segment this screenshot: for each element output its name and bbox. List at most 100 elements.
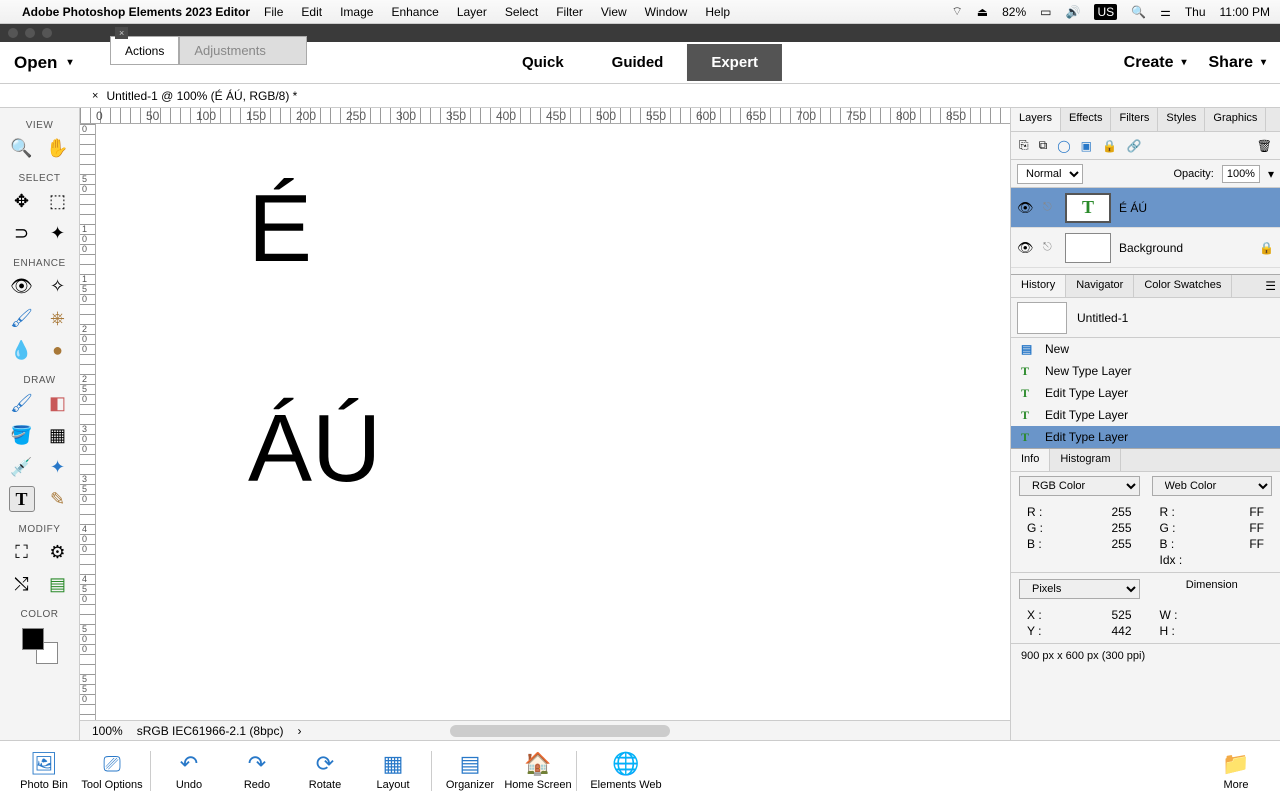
- menu-window[interactable]: Window: [645, 5, 688, 19]
- layer-name[interactable]: É ÁÚ: [1119, 201, 1147, 215]
- tab-filters[interactable]: Filters: [1111, 108, 1158, 131]
- lock-icon[interactable]: 🔒: [1102, 139, 1117, 153]
- mode-guided[interactable]: Guided: [588, 44, 688, 81]
- lock-slot[interactable]: ⎋: [1043, 201, 1057, 214]
- layer-row[interactable]: 👁 ⎋ T É ÁÚ: [1011, 188, 1280, 228]
- more-button[interactable]: 📁More: [1202, 751, 1270, 791]
- tab-layers[interactable]: Layers: [1011, 108, 1061, 131]
- panel-menu-icon[interactable]: ☰: [1261, 275, 1280, 297]
- layer-thumb[interactable]: [1065, 233, 1111, 263]
- menu-filter[interactable]: Filter: [556, 5, 583, 19]
- elements-web-button[interactable]: 🌐Elements Web: [581, 751, 671, 791]
- canvas-text-1[interactable]: É: [248, 174, 312, 284]
- redeye-tool[interactable]: 👁: [9, 273, 35, 299]
- mode-quick[interactable]: Quick: [498, 44, 588, 81]
- blend-mode-select[interactable]: Normal: [1017, 164, 1083, 184]
- input-lang[interactable]: US: [1094, 4, 1117, 20]
- history-item[interactable]: TEdit Type Layer: [1011, 404, 1280, 426]
- visibility-icon[interactable]: 👁: [1017, 240, 1035, 256]
- close-icon[interactable]: ×: [115, 27, 128, 39]
- create-button[interactable]: Create: [1124, 54, 1187, 72]
- canvas-text-2[interactable]: ÁÚ: [248, 394, 381, 504]
- close-dot[interactable]: [8, 28, 18, 38]
- recompose-tool[interactable]: ⚙: [45, 539, 71, 565]
- chevron-down-icon[interactable]: ▾: [1268, 167, 1274, 181]
- tool-options-button[interactable]: ⎚Tool Options: [78, 751, 146, 791]
- move-tool[interactable]: ✥: [9, 188, 35, 214]
- menu-view[interactable]: View: [601, 5, 627, 19]
- opacity-value[interactable]: 100%: [1222, 165, 1260, 183]
- gradient-tool[interactable]: ▦: [45, 422, 71, 448]
- link-icon[interactable]: 🔗: [1127, 139, 1142, 153]
- history-doc-thumb[interactable]: [1017, 302, 1067, 334]
- spotlight-icon[interactable]: 🔍: [1131, 5, 1146, 19]
- zoom-tool[interactable]: 🔍: [9, 135, 35, 161]
- fx-icon[interactable]: ◯: [1057, 139, 1070, 153]
- lock-slot[interactable]: ⎋: [1043, 241, 1057, 254]
- rotate-button[interactable]: ⟳Rotate: [291, 751, 359, 791]
- organizer-button[interactable]: ▤Organizer: [436, 751, 504, 791]
- eject-icon[interactable]: ⏏: [977, 5, 988, 19]
- layer-row[interactable]: 👁 ⎋ Background 🔒: [1011, 228, 1280, 268]
- menu-select[interactable]: Select: [505, 5, 538, 19]
- battery-icon[interactable]: ▭: [1040, 5, 1051, 19]
- type-tool[interactable]: T: [9, 486, 35, 512]
- layer-thumb[interactable]: T: [1065, 193, 1111, 223]
- menu-edit[interactable]: Edit: [301, 5, 322, 19]
- mode-expert[interactable]: Expert: [687, 44, 782, 81]
- menu-image[interactable]: Image: [340, 5, 373, 19]
- pencil-tool[interactable]: ✎: [45, 486, 71, 512]
- tab-info[interactable]: Info: [1011, 449, 1050, 471]
- min-dot[interactable]: [25, 28, 35, 38]
- trash-icon[interactable]: 🗑: [1257, 139, 1272, 153]
- wifi-icon[interactable]: ⌔: [951, 4, 962, 19]
- hand-tool[interactable]: ✋: [45, 135, 71, 161]
- menu-layer[interactable]: Layer: [457, 5, 487, 19]
- straighten-tool[interactable]: ▤: [45, 571, 71, 597]
- quick-select-tool[interactable]: ✦: [45, 220, 71, 246]
- tab-history[interactable]: History: [1011, 275, 1066, 297]
- tab-swatches[interactable]: Color Swatches: [1134, 275, 1232, 297]
- history-item[interactable]: TEdit Type Layer: [1011, 426, 1280, 448]
- home-screen-button[interactable]: 🏠Home Screen: [504, 751, 572, 791]
- marquee-tool[interactable]: ⬚: [45, 188, 71, 214]
- close-doc-icon[interactable]: ×: [92, 90, 98, 102]
- new-layer-icon[interactable]: ⎘: [1019, 138, 1029, 153]
- sponge-tool[interactable]: ●: [45, 337, 71, 363]
- mask-icon[interactable]: ▣: [1081, 139, 1092, 153]
- undo-button[interactable]: ↶Undo: [155, 751, 223, 791]
- eyedropper-tool[interactable]: 💉: [9, 454, 35, 480]
- bucket-tool[interactable]: 🪣: [9, 422, 35, 448]
- menu-help[interactable]: Help: [705, 5, 730, 19]
- eraser-tool[interactable]: ◧: [45, 390, 71, 416]
- share-button[interactable]: Share: [1209, 54, 1267, 72]
- color-mode-2[interactable]: Web Color: [1152, 476, 1273, 496]
- tab-adjustments[interactable]: Adjustments: [179, 36, 307, 65]
- chevron-right-icon[interactable]: ›: [297, 724, 301, 738]
- zoom-level[interactable]: 100%: [92, 724, 123, 738]
- tab-histogram[interactable]: Histogram: [1050, 449, 1121, 471]
- document-title[interactable]: Untitled-1 @ 100% (É ÁÚ, RGB/8) *: [106, 89, 297, 103]
- volume-icon[interactable]: 🔊: [1065, 5, 1080, 19]
- tab-effects[interactable]: Effects: [1061, 108, 1111, 131]
- color-mode-1[interactable]: RGB Color: [1019, 476, 1140, 496]
- layer-name[interactable]: Background: [1119, 241, 1183, 255]
- crop-tool[interactable]: ⛶: [9, 539, 35, 565]
- tab-navigator[interactable]: Navigator: [1066, 275, 1134, 297]
- visibility-icon[interactable]: 👁: [1017, 200, 1035, 216]
- new-group-icon[interactable]: ⧉: [1039, 138, 1048, 153]
- tab-styles[interactable]: Styles: [1158, 108, 1205, 131]
- photo-bin-button[interactable]: 🖼Photo Bin: [10, 751, 78, 791]
- history-item[interactable]: TNew Type Layer: [1011, 360, 1280, 382]
- tab-actions[interactable]: ×Actions: [110, 36, 179, 65]
- content-move-tool[interactable]: ⤭: [9, 571, 35, 597]
- smart-brush-tool[interactable]: 🖌: [9, 305, 35, 331]
- clone-tool[interactable]: ⎈: [45, 305, 71, 331]
- layout-button[interactable]: ▦Layout: [359, 751, 427, 791]
- tab-graphics[interactable]: Graphics: [1205, 108, 1266, 131]
- spot-heal-tool[interactable]: ✧: [45, 273, 71, 299]
- lasso-tool[interactable]: ⊃: [9, 220, 35, 246]
- color-swatch[interactable]: [22, 628, 58, 664]
- color-profile[interactable]: sRGB IEC61966-2.1 (8bpc): [137, 724, 284, 738]
- scrollbar-thumb[interactable]: [450, 725, 670, 737]
